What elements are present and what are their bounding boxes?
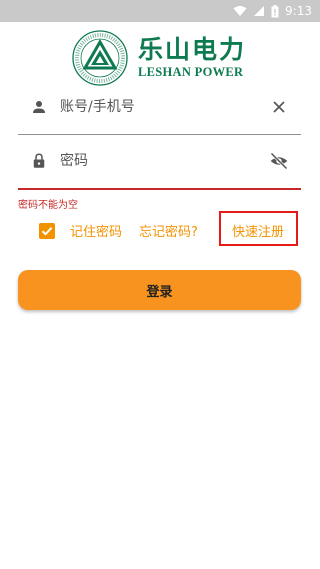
- login-button[interactable]: 登录: [18, 270, 301, 310]
- password-underline: [18, 188, 301, 190]
- lock-icon: [33, 153, 45, 168]
- remember-password-label[interactable]: 记住密码: [70, 221, 122, 240]
- status-bar: 9:13: [0, 0, 320, 22]
- status-time: 9:13: [285, 4, 312, 18]
- company-name-en: LESHAN POWER: [138, 65, 244, 79]
- clear-icon[interactable]: [269, 97, 289, 117]
- brand-logo: 乐山电力 LESHAN POWER: [0, 22, 320, 88]
- battery-icon: [271, 4, 279, 17]
- remember-checkbox[interactable]: [39, 223, 55, 239]
- wifi-icon: [233, 6, 247, 16]
- password-error-message: 密码不能为空: [18, 200, 78, 211]
- password-input[interactable]: 密码: [60, 150, 88, 170]
- login-button-label: 登录: [146, 284, 173, 300]
- password-field[interactable]: 密码: [18, 148, 301, 178]
- forgot-password-link[interactable]: 忘记密码?: [139, 221, 198, 240]
- visibility-off-icon[interactable]: [269, 151, 289, 171]
- quick-register-link[interactable]: 快速注册: [232, 221, 284, 240]
- account-underline: [18, 134, 301, 135]
- company-name-cn: 乐山电力: [138, 35, 247, 64]
- person-icon: [33, 101, 45, 113]
- account-input[interactable]: 账号/手机号: [60, 96, 135, 116]
- status-icons: 9:13: [233, 3, 312, 19]
- signal-icon: [254, 6, 265, 16]
- check-icon: [41, 227, 53, 236]
- account-field[interactable]: 账号/手机号: [18, 94, 301, 124]
- company-emblem-icon: [72, 30, 128, 86]
